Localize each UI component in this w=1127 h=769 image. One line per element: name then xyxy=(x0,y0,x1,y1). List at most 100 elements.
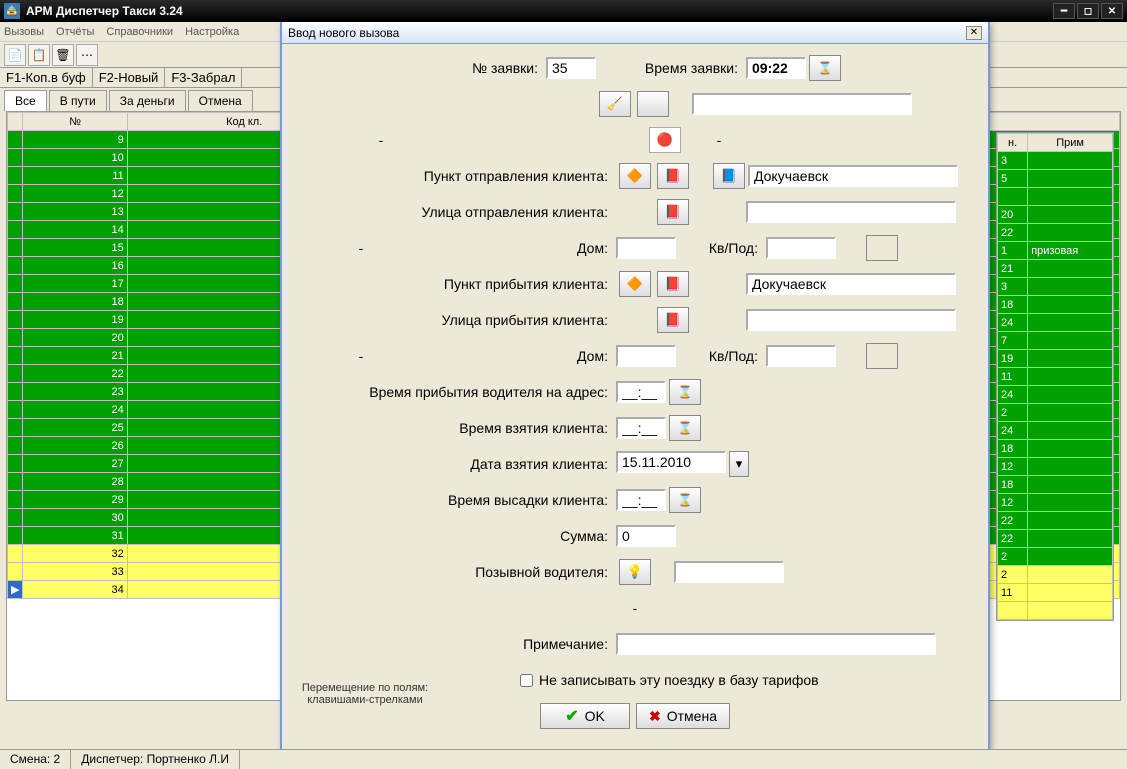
col-header[interactable]: Прим xyxy=(1028,134,1113,152)
tab-all[interactable]: Все xyxy=(4,90,47,111)
callsign-input[interactable] xyxy=(674,561,784,583)
col-header[interactable]: н. xyxy=(998,134,1028,152)
dialog-close-button[interactable]: ✕ xyxy=(966,26,982,40)
col-header[interactable] xyxy=(8,113,23,131)
toolbar-more-icon[interactable]: ⋯ xyxy=(76,44,98,66)
dialog-titlebar: Ввод нового вызова ✕ xyxy=(282,22,988,44)
sum-input[interactable] xyxy=(616,525,676,547)
label-note: Примечание: xyxy=(296,636,616,652)
time-now-button[interactable] xyxy=(809,55,841,81)
table-row[interactable]: 20 xyxy=(998,206,1113,224)
arrival-city-input[interactable] xyxy=(746,273,956,295)
close-button[interactable]: ✕ xyxy=(1101,3,1123,19)
label-departure-street: Улица отправления клиента: xyxy=(296,204,616,220)
pick-dep-street-button[interactable]: 📕 xyxy=(657,199,689,225)
status-dispatcher: Диспетчер: Портненко Л.И xyxy=(71,750,240,769)
table-row[interactable]: 19 xyxy=(998,350,1113,368)
table-row[interactable]: 3 xyxy=(998,278,1113,296)
pick-arr-street-button[interactable]: 📕 xyxy=(657,307,689,333)
arrival-street-input[interactable] xyxy=(746,309,956,331)
phone-input[interactable] xyxy=(692,93,912,115)
departure-city-input[interactable] xyxy=(748,165,958,187)
status-shift: Смена: 2 xyxy=(0,750,71,769)
table-row[interactable]: 21 xyxy=(998,260,1113,278)
menu-settings[interactable]: Настройка xyxy=(185,26,239,38)
toolbar-delete-icon[interactable]: 🗑 xyxy=(52,44,74,66)
label-apt-1: Кв/Под: xyxy=(676,240,766,256)
minimize-button[interactable]: ━ xyxy=(1053,3,1075,19)
table-row[interactable] xyxy=(998,188,1113,206)
toolbar-new-icon[interactable]: 📄 xyxy=(4,44,26,66)
pick-dep-city-button2[interactable]: 📕 xyxy=(657,163,689,189)
drop-time-now-button[interactable] xyxy=(669,487,701,513)
fkey-f1[interactable]: F1-Коп.в буф xyxy=(0,68,93,87)
dep-apt-input[interactable] xyxy=(766,237,836,259)
callsign-hint-button[interactable]: 💡 xyxy=(619,559,651,585)
date-dropdown-button[interactable]: ▾ xyxy=(729,451,749,477)
table-row[interactable]: 18 xyxy=(998,440,1113,458)
arr-extra-button[interactable] xyxy=(866,343,898,369)
note-input[interactable] xyxy=(616,633,936,655)
dep-extra-button[interactable] xyxy=(866,235,898,261)
tab-paid[interactable]: За деньги xyxy=(109,90,186,111)
table-row[interactable]: 11 xyxy=(998,368,1113,386)
table-row[interactable]: 2 xyxy=(998,404,1113,422)
pick-arr-city-button[interactable]: 🔶 xyxy=(619,271,651,297)
table-row[interactable]: 2 xyxy=(998,566,1113,584)
ok-button[interactable]: ✔OK xyxy=(540,703,630,729)
fkey-f3[interactable]: F3-Забрал xyxy=(165,68,242,87)
driver-arrive-time-input[interactable] xyxy=(616,381,666,403)
table-row[interactable]: 12 xyxy=(998,458,1113,476)
table-row[interactable]: 11 xyxy=(998,584,1113,602)
table-row[interactable]: 3 xyxy=(998,152,1113,170)
table-row[interactable]: 1призовая xyxy=(998,242,1113,260)
fkey-f2[interactable]: F2-Новый xyxy=(93,68,166,87)
clear-button[interactable]: 🧹 xyxy=(599,91,631,117)
cancel-button[interactable]: ✖Отмена xyxy=(636,703,730,729)
take-date-input[interactable] xyxy=(616,451,726,473)
pick-arr-city-button2[interactable]: 📕 xyxy=(657,271,689,297)
tab-cancel[interactable]: Отмена xyxy=(188,90,253,111)
table-row[interactable]: 22 xyxy=(998,530,1113,548)
dep-house-input[interactable] xyxy=(616,237,676,259)
face-icon[interactable]: 🔴 xyxy=(649,127,681,153)
take-time-now-button[interactable] xyxy=(669,415,701,441)
calls-table-right: н.Прим 3520221призовая213182471911242241… xyxy=(996,132,1114,621)
arr-apt-input[interactable] xyxy=(766,345,836,367)
order-number-input[interactable] xyxy=(546,57,596,79)
dash-3: - xyxy=(346,240,376,256)
label-take-date: Дата взятия клиента: xyxy=(296,456,616,472)
table-row[interactable]: 22 xyxy=(998,512,1113,530)
table-row[interactable]: 7 xyxy=(998,332,1113,350)
table-row[interactable] xyxy=(998,602,1113,620)
dash-2: - xyxy=(704,132,734,148)
menu-refs[interactable]: Справочники xyxy=(106,26,173,38)
maximize-button[interactable]: ◻ xyxy=(1077,3,1099,19)
table-row[interactable]: 5 xyxy=(998,170,1113,188)
arrive-time-now-button[interactable] xyxy=(669,379,701,405)
table-row[interactable]: 24 xyxy=(998,422,1113,440)
table-row[interactable]: 2 xyxy=(998,548,1113,566)
label-order-number: № заявки: xyxy=(296,60,546,76)
col-header[interactable]: № xyxy=(23,113,127,131)
take-time-input[interactable] xyxy=(616,417,666,439)
table-row[interactable]: 24 xyxy=(998,314,1113,332)
departure-street-input[interactable] xyxy=(746,201,956,223)
menu-reports[interactable]: Отчёты xyxy=(56,26,94,38)
drop-time-input[interactable] xyxy=(616,489,666,511)
table-row[interactable]: 12 xyxy=(998,494,1113,512)
table-row[interactable]: 18 xyxy=(998,296,1113,314)
tab-enroute[interactable]: В пути xyxy=(49,90,107,111)
order-time-input[interactable] xyxy=(746,57,806,79)
table-row[interactable]: 18 xyxy=(998,476,1113,494)
table-row[interactable]: 24 xyxy=(998,386,1113,404)
table-row[interactable]: 22 xyxy=(998,224,1113,242)
small-button-1[interactable] xyxy=(637,91,669,117)
pick-dep-city-button3[interactable]: 📘 xyxy=(713,163,745,189)
no-save-tariff-checkbox[interactable] xyxy=(520,674,533,687)
arr-house-input[interactable] xyxy=(616,345,676,367)
menu-calls[interactable]: Вызовы xyxy=(4,26,44,38)
nav-hint: Перемещение по полям: клавишами-стрелкам… xyxy=(290,682,440,706)
pick-dep-city-button[interactable]: 🔶 xyxy=(619,163,651,189)
toolbar-copy-icon[interactable]: 📋 xyxy=(28,44,50,66)
